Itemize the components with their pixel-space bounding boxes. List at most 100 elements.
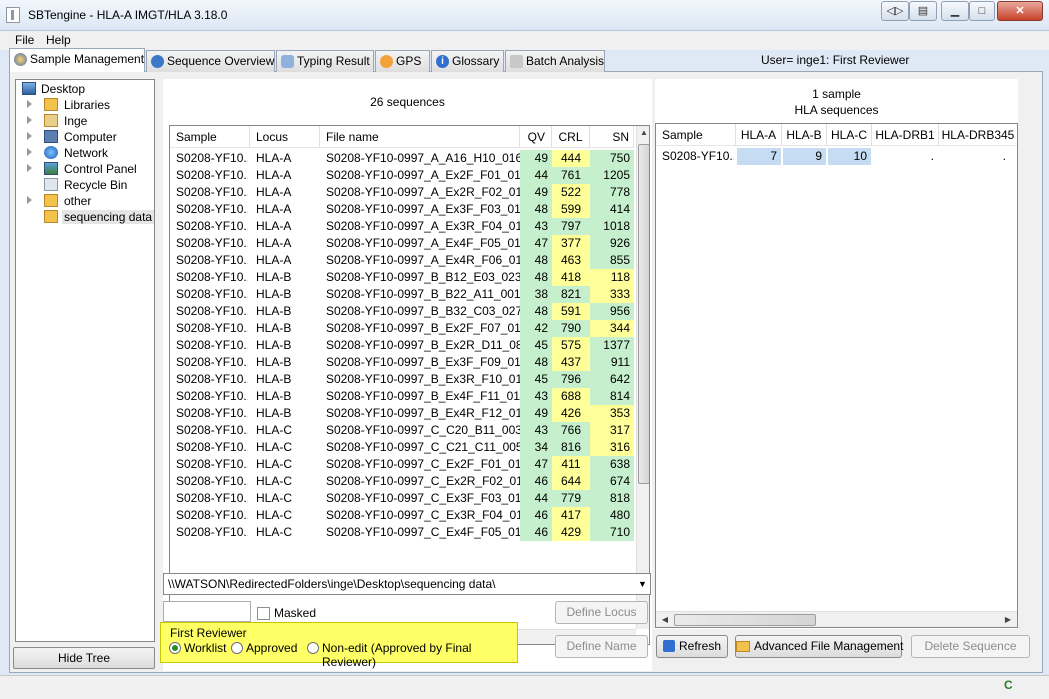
table-row[interactable]: S0208-YF10... HLA-B S0208-YF10-0997_B_Ex3R… bbox=[170, 371, 640, 388]
masked-label: Masked bbox=[274, 606, 317, 620]
expand-arrow-icon[interactable] bbox=[27, 100, 32, 108]
table-row[interactable]: S0208-YF10... HLA-C S0208-YF10-0997_C_Ex4F… bbox=[170, 524, 640, 541]
table-row[interactable]: S0208-YF10... HLA-B S0208-YF10-0997_B_B12_… bbox=[170, 269, 640, 286]
column-header-sample[interactable]: Sample bbox=[656, 124, 736, 146]
column-header-hla-a[interactable]: HLA-A bbox=[736, 124, 782, 146]
cell-file-name: S0208-YF10-0997_A_Ex3R_F04_012 bbox=[326, 219, 520, 233]
layout-toggle-button[interactable]: ◁▷ bbox=[881, 1, 909, 21]
table-row[interactable]: S0208-YF10... HLA-A S0208-YF10-0997_A_A16_… bbox=[170, 150, 640, 167]
masked-checkbox[interactable] bbox=[257, 607, 270, 620]
column-header-sn[interactable]: SN bbox=[590, 126, 634, 148]
column-header-file-name[interactable]: File name bbox=[320, 126, 520, 148]
tab-gps[interactable]: GPS bbox=[375, 50, 430, 72]
cell-locus: HLA-C bbox=[256, 457, 293, 471]
scrollbar-thumb[interactable] bbox=[638, 144, 649, 484]
column-header-crl[interactable]: CRL bbox=[552, 126, 590, 148]
cell-qv: 46 bbox=[520, 524, 552, 541]
menu-file[interactable]: File bbox=[15, 33, 34, 47]
table-row[interactable]: S0208-YF10... HLA-A S0208-YF10-0997_A_Ex2F… bbox=[170, 167, 640, 184]
path-combobox[interactable]: \\WATSON\RedirectedFolders\inge\Desktop\… bbox=[163, 573, 651, 595]
table-row[interactable]: S0208-YF10... HLA-B S0208-YF10-0997_B_B32_… bbox=[170, 303, 640, 320]
advanced-file-management-button[interactable]: Advanced File Management bbox=[735, 635, 903, 658]
table-row[interactable]: S0208-YF10... HLA-C S0208-YF10-0997_C_C20_… bbox=[170, 422, 640, 439]
table-row[interactable]: S0208-YF10... HLA-B S0208-YF10-0997_B_Ex2F… bbox=[170, 320, 640, 337]
cell-hla-b: 9 bbox=[783, 148, 826, 165]
table-row[interactable]: S0208-YF10... HLA-C S0208-YF10-0997_C_Ex2F… bbox=[170, 456, 640, 473]
define-locus-button[interactable]: Define Locus bbox=[555, 601, 648, 624]
hla-row[interactable]: S0208-YF10... 7 9 10 . . bbox=[656, 148, 1049, 165]
scroll-up-icon[interactable]: ▲ bbox=[637, 126, 649, 140]
column-header-hla-c[interactable]: HLA-C bbox=[827, 124, 872, 146]
sequence-grid[interactable]: Sample Locus File name QV CRL SN S0208-Y… bbox=[169, 125, 650, 645]
table-row[interactable]: S0208-YF10... HLA-A S0208-YF10-0997_A_Ex4F… bbox=[170, 235, 640, 252]
column-header-sample[interactable]: Sample bbox=[170, 126, 250, 148]
table-row[interactable]: S0208-YF10... HLA-B S0208-YF10-0997_B_Ex3F… bbox=[170, 354, 640, 371]
define-name-button[interactable]: Define Name bbox=[555, 635, 648, 658]
folder-tree[interactable]: Desktop Libraries Inge Computer Network … bbox=[15, 79, 155, 642]
table-row[interactable]: S0208-YF10... HLA-A S0208-YF10-0997_A_Ex4R… bbox=[170, 252, 640, 269]
sample-count: 1 sample bbox=[812, 87, 861, 101]
column-header-hla-drb345[interactable]: HLA-DRB345 bbox=[939, 124, 1017, 146]
tab-glossary[interactable]: i Glossary bbox=[431, 50, 504, 72]
cell-sample: S0208-YF10... bbox=[176, 321, 248, 335]
expand-arrow-icon[interactable] bbox=[27, 196, 32, 204]
table-row[interactable]: S0208-YF10... HLA-B S0208-YF10-0997_B_Ex4R… bbox=[170, 405, 640, 422]
cell-file-name: S0208-YF10-0997_B_B12_E03_023 bbox=[326, 270, 520, 284]
radio-non-edit[interactable] bbox=[307, 642, 319, 654]
table-row[interactable]: S0208-YF10... HLA-A S0208-YF10-0997_A_Ex3F… bbox=[170, 201, 640, 218]
table-row[interactable]: S0208-YF10... HLA-B S0208-YF10-0997_B_Ex2R… bbox=[170, 337, 640, 354]
radio-approved[interactable] bbox=[231, 642, 243, 654]
delete-sequence-button[interactable]: Delete Sequence bbox=[911, 635, 1030, 658]
column-header-locus[interactable]: Locus bbox=[250, 126, 320, 148]
column-header-hla-b[interactable]: HLA-B bbox=[782, 124, 827, 146]
close-button[interactable]: ✕ bbox=[997, 1, 1043, 21]
column-header-hla-drb1[interactable]: HLA-DRB1 bbox=[872, 124, 939, 146]
cell-locus: HLA-A bbox=[256, 253, 292, 267]
table-row[interactable]: S0208-YF10... HLA-A S0208-YF10-0997_A_Ex2R… bbox=[170, 184, 640, 201]
table-row[interactable]: S0208-YF10... HLA-C S0208-YF10-0997_C_Ex2R… bbox=[170, 473, 640, 490]
cell-sn: 778 bbox=[590, 184, 634, 201]
menu-help[interactable]: Help bbox=[46, 33, 71, 47]
tab-batch-analysis[interactable]: Batch Analysis bbox=[505, 50, 605, 72]
tab-typing-result[interactable]: Typing Result bbox=[276, 50, 374, 72]
cell-sn: 818 bbox=[590, 490, 634, 507]
expand-arrow-icon[interactable] bbox=[27, 132, 32, 140]
tab-sample-management[interactable]: Sample Management bbox=[9, 48, 145, 72]
tab-sequence-overview[interactable]: Sequence Overview bbox=[146, 50, 275, 72]
maximize-button[interactable]: □ bbox=[969, 1, 995, 21]
vertical-scrollbar[interactable]: ▲ ▼ bbox=[636, 126, 649, 629]
scroll-right-icon[interactable]: ▶ bbox=[1001, 613, 1015, 627]
horizontal-scrollbar[interactable]: ◀ ▶ bbox=[656, 611, 1017, 627]
table-row[interactable]: S0208-YF10... HLA-C S0208-YF10-0997_C_C21_… bbox=[170, 439, 640, 456]
scroll-left-icon[interactable]: ◀ bbox=[658, 613, 672, 627]
cell-qv: 43 bbox=[520, 388, 552, 405]
cell-locus: HLA-B bbox=[256, 321, 292, 335]
cell-file-name: S0208-YF10-0997_A_A16_H10_016 bbox=[326, 151, 520, 165]
radio-label-approved: Approved bbox=[246, 641, 298, 655]
refresh-button[interactable]: Refresh bbox=[656, 635, 728, 658]
radio-label-non-edit: Non-edit (Approved by Final Reviewer) bbox=[322, 641, 472, 669]
scrollbar-thumb[interactable] bbox=[674, 614, 816, 626]
cell-qv: 48 bbox=[520, 303, 552, 320]
expand-arrow-icon[interactable] bbox=[27, 164, 32, 172]
restore-layout-button[interactable]: ▤ bbox=[909, 1, 937, 21]
hla-subtitle: HLA sequences bbox=[794, 103, 879, 117]
table-row[interactable]: S0208-YF10... HLA-C S0208-YF10-0997_C_Ex3F… bbox=[170, 490, 640, 507]
cell-crl: 821 bbox=[552, 286, 590, 303]
hide-tree-button[interactable]: Hide Tree bbox=[13, 647, 155, 669]
cell-hla-drb1: . bbox=[930, 149, 934, 163]
expand-arrow-icon[interactable] bbox=[27, 116, 32, 124]
column-header-qv[interactable]: QV bbox=[520, 126, 552, 148]
table-row[interactable]: S0208-YF10... HLA-C S0208-YF10-0997_C_Ex3R… bbox=[170, 507, 640, 524]
minimize-button[interactable]: ▁ bbox=[941, 1, 969, 21]
chevron-down-icon[interactable]: ▼ bbox=[635, 574, 650, 594]
cell-file-name: S0208-YF10-0997_A_Ex4R_F06_012 bbox=[326, 253, 520, 267]
table-row[interactable]: S0208-YF10... HLA-A S0208-YF10-0997_A_Ex3R… bbox=[170, 218, 640, 235]
expand-arrow-icon[interactable] bbox=[27, 148, 32, 156]
filter-input[interactable] bbox=[163, 601, 251, 622]
table-row[interactable]: S0208-YF10... HLA-B S0208-YF10-0997_B_B22_… bbox=[170, 286, 640, 303]
cell-sample: S0208-YF10... bbox=[176, 525, 248, 539]
table-row[interactable]: S0208-YF10... HLA-B S0208-YF10-0997_B_Ex4F… bbox=[170, 388, 640, 405]
hla-grid[interactable]: Sample HLA-A HLA-B HLA-C HLA-DRB1 HLA-DR… bbox=[655, 123, 1018, 628]
radio-worklist[interactable] bbox=[169, 642, 181, 654]
